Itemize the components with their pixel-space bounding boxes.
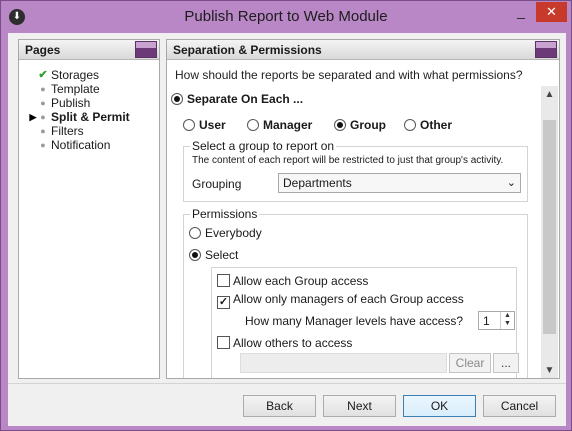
radio-indicator[interactable] — [334, 119, 346, 131]
everybody-label: Everybody — [205, 226, 262, 240]
pages-list: ✔ Storages ● Template ● Publish ▶ ● Spli… — [19, 60, 159, 152]
cancel-button[interactable]: Cancel — [483, 395, 556, 417]
scroll-up-icon[interactable]: ▲ — [541, 86, 558, 103]
option-manager-radio[interactable]: Manager — [247, 118, 312, 132]
radio-indicator[interactable] — [247, 119, 259, 131]
page-item-filters[interactable]: ● Filters — [27, 124, 159, 138]
button-bar: Back Next OK Cancel — [8, 383, 566, 426]
separate-on-each-radio[interactable]: Separate On Each ... — [171, 92, 303, 106]
allow-managers-checkbox[interactable]: ✓ Allow only managers of each Group acces… — [217, 292, 464, 309]
page-item-label: Split & Permit — [51, 110, 130, 124]
option-group-radio[interactable]: Group — [334, 118, 386, 132]
allow-others-label: Allow others to access — [233, 336, 353, 350]
browse-button[interactable]: ... — [493, 353, 519, 373]
scroll-down-icon[interactable]: ▼ — [541, 362, 558, 378]
separation-panel: Separation & Permissions How should the … — [166, 39, 560, 379]
bullet-icon: ● — [40, 126, 46, 136]
ok-button[interactable]: OK — [403, 395, 476, 417]
section-heading: Separation & Permissions — [173, 43, 322, 57]
spin-arrows-icon[interactable]: ▲ ▼ — [500, 312, 514, 329]
option-group-label: Group — [350, 118, 386, 132]
title-bar[interactable]: ⬇ Publish Report to Web Module _ ✕ — [1, 1, 571, 33]
option-user-radio[interactable]: User — [183, 118, 226, 132]
radio-indicator[interactable] — [189, 227, 201, 239]
panel-header-swatch — [135, 41, 157, 58]
option-user-label: User — [199, 118, 226, 132]
page-item-template[interactable]: ● Template — [27, 82, 159, 96]
next-button[interactable]: Next — [323, 395, 396, 417]
bullet-icon: ● — [40, 140, 46, 150]
grouping-select[interactable]: Departments ⌄ — [278, 173, 521, 193]
page-item-label: Notification — [51, 138, 111, 152]
radio-indicator[interactable] — [183, 119, 195, 131]
option-other-label: Other — [420, 118, 453, 132]
grouping-value: Departments — [283, 176, 352, 190]
checkbox-indicator[interactable] — [217, 336, 230, 349]
checkbox-indicator[interactable] — [217, 274, 230, 287]
separate-on-each-label: Separate On Each ... — [187, 92, 304, 106]
everybody-radio[interactable]: Everybody — [189, 226, 262, 240]
panel-header-swatch — [535, 41, 557, 58]
group-select-box: Select a group to report on The content … — [183, 139, 528, 202]
clear-button[interactable]: Clear — [449, 353, 491, 373]
separation-question: How should the reports be separated and … — [175, 68, 523, 82]
bullet-icon: ● — [40, 84, 46, 94]
page-item-split-permit[interactable]: ▶ ● Split & Permit — [27, 110, 159, 124]
bullet-icon: ● — [40, 98, 46, 108]
permissions-title: Permissions — [190, 207, 260, 221]
dialog-window: ⬇ Publish Report to Web Module _ ✕ Pages… — [0, 0, 572, 431]
manager-levels-stepper[interactable]: 1 ▲ ▼ — [478, 311, 515, 330]
page-item-label: Storages — [51, 68, 100, 82]
close-icon[interactable]: ✕ — [536, 2, 567, 22]
dialog-client-area: Pages ✔ Storages ● Template ● Publish ▶ — [8, 33, 566, 426]
window-title: Publish Report to Web Module — [184, 8, 388, 25]
manager-levels-value: 1 — [483, 314, 490, 328]
separation-panel-header: Separation & Permissions — [167, 40, 559, 60]
select-radio[interactable]: Select — [189, 248, 238, 262]
radio-indicator[interactable] — [171, 93, 183, 105]
page-item-label: Filters — [51, 124, 84, 138]
page-item-label: Publish — [51, 96, 91, 110]
chevron-down-icon[interactable]: ⌄ — [507, 176, 516, 189]
pages-panel-header: Pages — [19, 40, 159, 60]
page-item-label: Template — [51, 82, 100, 96]
grouping-label: Grouping — [192, 177, 242, 191]
option-manager-label: Manager — [263, 118, 313, 132]
allow-managers-label: Allow only managers of each Group access — [233, 292, 464, 306]
group-select-description: The content of each report will be restr… — [192, 155, 504, 166]
allow-each-group-checkbox[interactable]: Allow each Group access — [217, 274, 368, 288]
radio-indicator[interactable] — [189, 249, 201, 261]
pages-panel: Pages ✔ Storages ● Template ● Publish ▶ — [18, 39, 160, 379]
radio-indicator[interactable] — [404, 119, 416, 131]
checkmark-icon: ✔ — [38, 69, 48, 81]
back-button[interactable]: Back — [243, 395, 316, 417]
option-other-radio[interactable]: Other — [404, 118, 452, 132]
checkmark-icon[interactable]: ✓ — [217, 296, 230, 309]
manager-levels-label: How many Manager levels have access? — [245, 314, 464, 328]
minimize-icon[interactable]: _ — [508, 3, 534, 23]
group-select-title: Select a group to report on — [190, 139, 337, 153]
page-item-notification[interactable]: ● Notification — [27, 138, 159, 152]
scroll-thumb[interactable] — [543, 120, 556, 334]
select-label: Select — [205, 248, 239, 262]
page-item-storages[interactable]: ✔ Storages — [27, 68, 159, 82]
page-item-publish[interactable]: ● Publish — [27, 96, 159, 110]
allow-others-checkbox[interactable]: Allow others to access — [217, 336, 352, 350]
others-access-field[interactable] — [240, 353, 447, 373]
vertical-scrollbar[interactable]: ▲ ▼ — [541, 86, 558, 378]
bullet-icon: ● — [40, 112, 46, 122]
allow-each-group-label: Allow each Group access — [233, 274, 369, 288]
pages-heading: Pages — [25, 43, 61, 57]
